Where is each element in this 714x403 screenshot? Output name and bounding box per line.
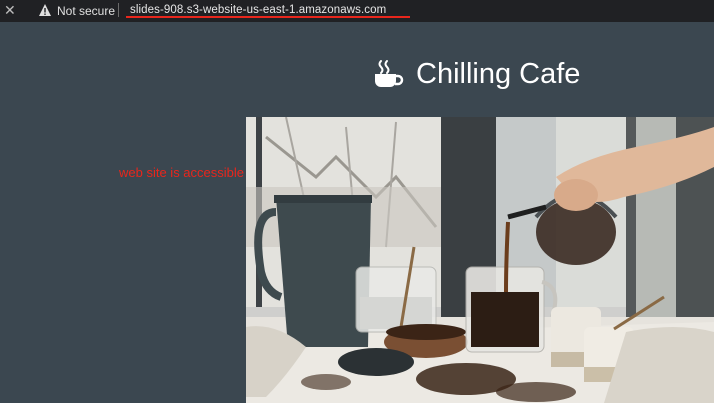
divider bbox=[118, 3, 119, 17]
accessible-annotation: web site is accessible bbox=[119, 165, 244, 180]
site-title: Chilling Cafe bbox=[416, 57, 581, 90]
close-icon[interactable]: ✕ bbox=[4, 2, 16, 19]
coffee-photo bbox=[246, 117, 714, 403]
browser-address-bar: ✕ Not secure slides-908.s3-website-us-ea… bbox=[0, 0, 714, 22]
coffee-cup-icon bbox=[375, 60, 404, 87]
hero-image bbox=[246, 117, 714, 403]
security-label[interactable]: Not secure bbox=[57, 4, 115, 18]
url-field[interactable]: slides-908.s3-website-us-east-1.amazonaw… bbox=[130, 4, 386, 16]
warning-icon[interactable] bbox=[38, 3, 52, 17]
url-highlight-underline bbox=[126, 16, 410, 18]
site-brand: Chilling Cafe bbox=[372, 56, 580, 92]
